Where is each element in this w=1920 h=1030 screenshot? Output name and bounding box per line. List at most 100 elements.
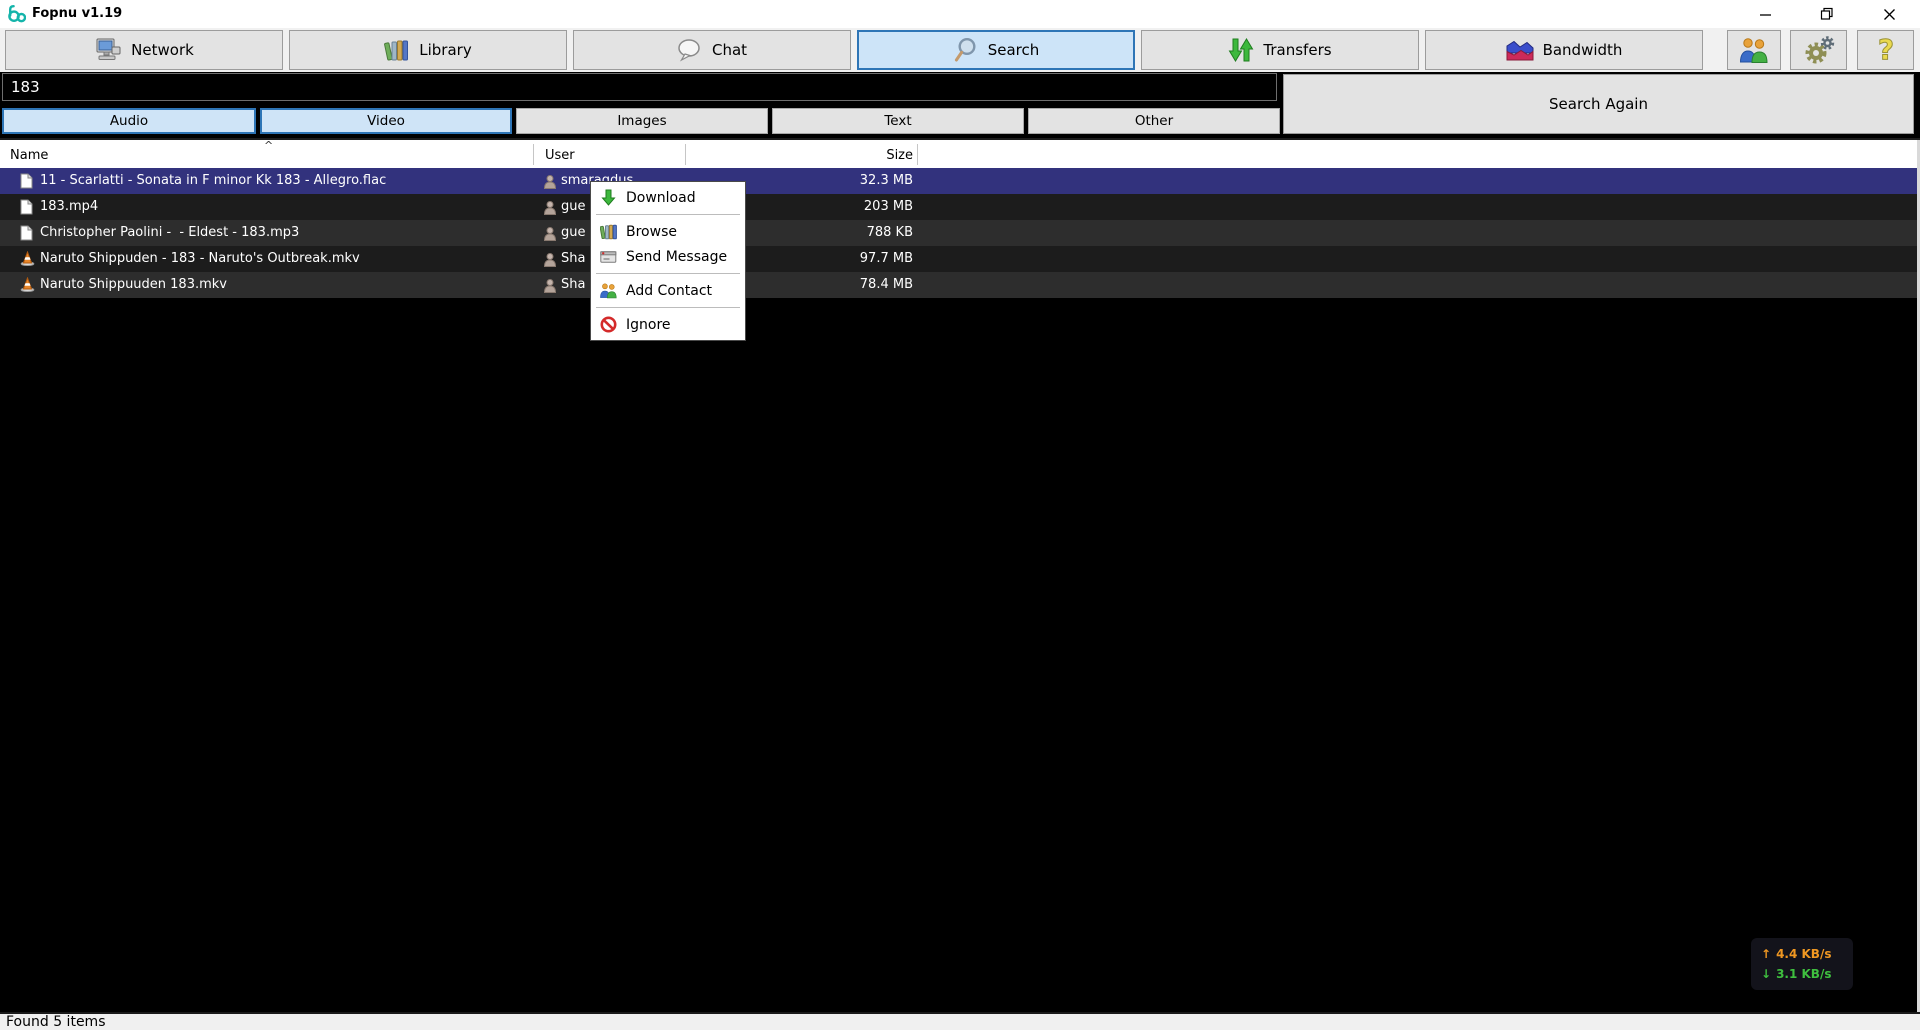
result-row[interactable]: Naruto Shippuden - 183 - Naruto's Outbre…	[0, 246, 1920, 272]
result-row[interactable]: Naruto Shippuuden 183.mkv Sha 78.4 MB	[0, 272, 1920, 298]
svg-text:?: ?	[1877, 34, 1893, 66]
menu-item-add-contact[interactable]: Add Contact	[591, 278, 745, 303]
category-tab-video[interactable]: Video	[260, 108, 512, 134]
category-tab-audio[interactable]: Audio	[2, 108, 256, 134]
column-header-user[interactable]: User	[545, 148, 575, 163]
menu-separator	[596, 307, 740, 308]
speed-overlay: ↑ 4.4 KB/s ↓ 3.1 KB/s	[1751, 938, 1853, 990]
menu-item-label: Download	[626, 190, 696, 206]
status-bar: Found 5 items	[0, 1012, 1920, 1030]
browse-icon	[598, 223, 618, 240]
header-separator	[685, 144, 686, 165]
result-name: 183.mp4	[40, 199, 98, 214]
vlc-cone-file-icon	[20, 277, 35, 296]
menu-item-ignore[interactable]: Ignore	[591, 312, 745, 337]
menu-item-label: Ignore	[626, 317, 671, 333]
tab-bandwidth[interactable]: Bandwidth	[1425, 30, 1703, 70]
tab-transfers-label: Transfers	[1263, 41, 1331, 59]
user-icon	[544, 278, 556, 297]
menu-separator	[596, 214, 740, 215]
menu-item-label: Add Contact	[626, 283, 712, 299]
header-separator	[533, 144, 534, 165]
tab-chat[interactable]: Chat	[573, 30, 851, 70]
contacts-icon	[1738, 36, 1770, 64]
tab-network-label: Network	[131, 41, 194, 59]
restore-icon	[1820, 7, 1834, 21]
tab-chat-label: Chat	[712, 41, 747, 59]
upload-speed: 4.4 KB/s	[1776, 944, 1831, 964]
category-audio-label: Audio	[110, 113, 148, 129]
document-file-icon	[20, 225, 33, 245]
help-icon: ?	[1874, 34, 1898, 66]
upload-arrow-icon: ↑	[1761, 944, 1771, 964]
result-name: Christopher Paolini - - Eldest - 183.mp3	[40, 225, 299, 240]
sort-ascending-icon: ^	[264, 139, 273, 152]
category-tab-text[interactable]: Text	[772, 108, 1024, 134]
network-icon	[94, 38, 122, 62]
main-toolbar: Network Library Chat Search	[0, 28, 1920, 72]
search-icon	[953, 37, 979, 63]
result-row[interactable]: Christopher Paolini - - Eldest - 183.mp3…	[0, 220, 1920, 246]
add-contact-icon	[598, 282, 618, 299]
tab-network[interactable]: Network	[5, 30, 283, 70]
tab-search[interactable]: Search	[857, 30, 1135, 70]
category-video-label: Video	[367, 113, 405, 129]
result-name: 11 - Scarlatti - Sonata in F minor Kk 18…	[40, 173, 386, 188]
result-user: Sha	[561, 277, 585, 292]
category-tab-other[interactable]: Other	[1028, 108, 1280, 134]
search-again-label: Search Again	[1549, 95, 1648, 113]
vlc-cone-file-icon	[20, 251, 35, 270]
menu-separator	[596, 273, 740, 274]
column-header-name[interactable]: Name	[10, 148, 48, 163]
search-again-button[interactable]: Search Again	[1283, 74, 1914, 134]
menu-item-download[interactable]: Download	[591, 185, 745, 210]
user-icon	[544, 200, 556, 219]
close-button[interactable]	[1858, 0, 1920, 28]
user-icon	[544, 174, 556, 193]
result-user: Sha	[561, 251, 585, 266]
result-name: Naruto Shippuden - 183 - Naruto's Outbre…	[40, 251, 360, 266]
send-message-icon	[598, 250, 618, 264]
document-file-icon	[20, 173, 33, 193]
minimize-icon	[1759, 8, 1772, 21]
menu-item-label: Browse	[626, 224, 677, 240]
maximize-button[interactable]	[1796, 0, 1858, 28]
download-speed: 3.1 KB/s	[1776, 964, 1831, 984]
menu-item-browse[interactable]: Browse	[591, 219, 745, 244]
minimize-button[interactable]	[1734, 0, 1796, 28]
contacts-button[interactable]	[1727, 30, 1781, 70]
result-row[interactable]: 183.mp4 gue 203 MB	[0, 194, 1920, 220]
tab-library[interactable]: Library	[289, 30, 567, 70]
menu-item-label: Send Message	[626, 249, 727, 265]
app-window: Fopnu v1.19	[0, 0, 1920, 1030]
document-file-icon	[20, 199, 33, 219]
category-tab-images[interactable]: Images	[516, 108, 768, 134]
transfers-icon	[1228, 37, 1254, 63]
ignore-icon	[598, 316, 618, 333]
download-arrow-icon: ↓	[1761, 964, 1771, 984]
result-row[interactable]: 11 - Scarlatti - Sonata in F minor Kk 18…	[0, 168, 1920, 194]
column-header-size[interactable]: Size	[691, 148, 917, 163]
bandwidth-icon	[1506, 38, 1534, 62]
result-name: Naruto Shippuuden 183.mkv	[40, 277, 227, 292]
tab-library-label: Library	[419, 41, 471, 59]
results-list: 11 - Scarlatti - Sonata in F minor Kk 18…	[0, 168, 1920, 1012]
context-menu: Download Browse	[590, 181, 746, 341]
help-button[interactable]: ?	[1857, 30, 1914, 70]
settings-button[interactable]	[1790, 30, 1847, 70]
user-icon	[544, 226, 556, 245]
user-icon	[544, 252, 556, 271]
header-separator	[917, 144, 918, 165]
library-icon	[384, 37, 410, 63]
tab-transfers[interactable]: Transfers	[1141, 30, 1419, 70]
category-images-label: Images	[617, 113, 666, 129]
results-header: Name ^ User Size	[0, 138, 1920, 168]
result-user: gue	[561, 199, 586, 214]
close-icon	[1883, 8, 1896, 21]
menu-item-send-message[interactable]: Send Message	[591, 244, 745, 269]
category-other-label: Other	[1135, 113, 1173, 129]
search-input[interactable]	[2, 73, 1277, 101]
tab-bandwidth-label: Bandwidth	[1543, 41, 1623, 59]
window-controls	[1734, 0, 1920, 28]
window-title: Fopnu v1.19	[32, 6, 122, 21]
